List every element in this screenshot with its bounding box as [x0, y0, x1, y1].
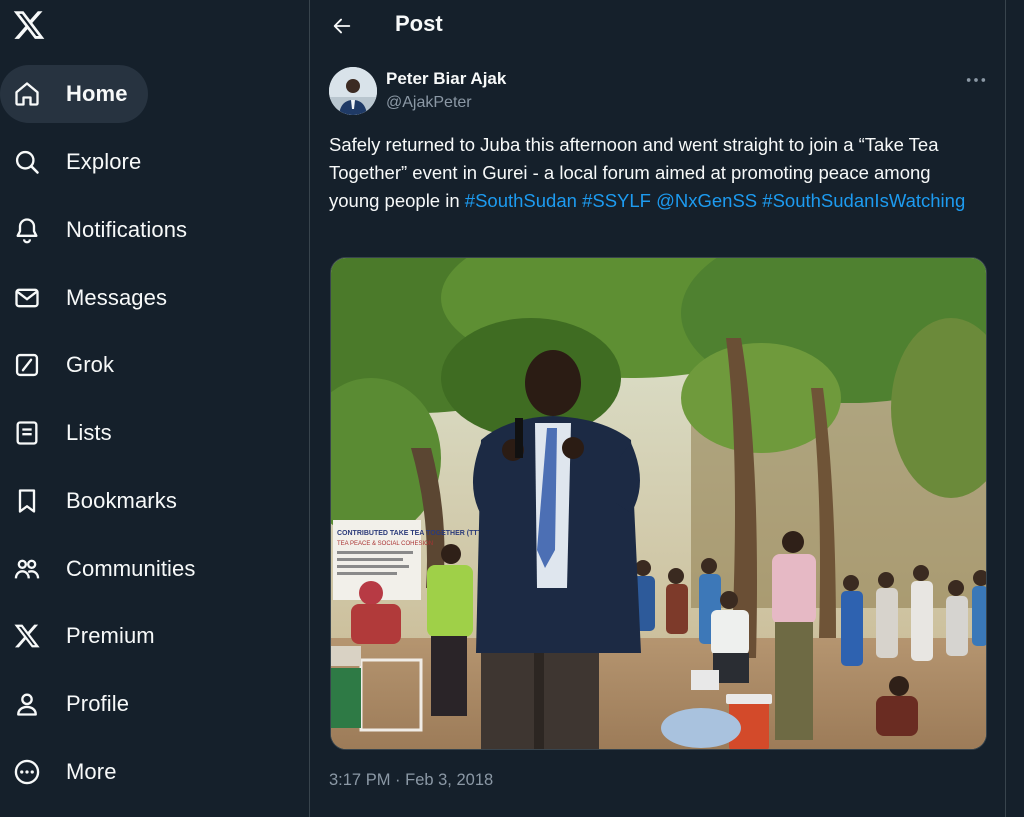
page-title: Post: [395, 11, 443, 36]
more-circle-icon: [12, 757, 42, 787]
sidebar-item-profile[interactable]: Profile: [0, 675, 149, 733]
sidebar: Home Explore Notifications Messages Grok…: [0, 0, 310, 817]
more-options-icon[interactable]: [962, 70, 990, 90]
photo-scene: CONTRIBUTED TAKE TEA TOGETHER (TTT) TEA …: [331, 258, 986, 749]
sidebar-item-label: Premium: [66, 623, 155, 648]
sidebar-item-label: Profile: [66, 691, 130, 716]
sidebar-item-label: Grok: [66, 352, 115, 377]
sidebar-item-label: Communities: [66, 556, 196, 581]
post-photo[interactable]: CONTRIBUTED TAKE TEA TOGETHER (TTT) TEA …: [330, 257, 987, 750]
sidebar-item-lists[interactable]: Lists: [0, 404, 132, 462]
sidebar-item-more[interactable]: More: [0, 743, 137, 801]
sidebar-item-notifications[interactable]: Notifications: [0, 201, 207, 259]
sidebar-item-bookmarks[interactable]: Bookmarks: [0, 472, 197, 530]
home-icon: [12, 79, 42, 109]
banner-line-1: CONTRIBUTED TAKE TEA TOGETHER (TTT): [337, 530, 484, 537]
sidebar-item-home[interactable]: Home: [0, 65, 148, 123]
bookmark-icon: [12, 486, 42, 516]
person-icon: [12, 689, 42, 719]
mention-link[interactable]: @NxGenSS: [656, 190, 757, 211]
hashtag-link[interactable]: #SouthSudanIsWatching: [762, 190, 965, 211]
banner-line-2: TEA PEACE & SOCIAL COHESION: [337, 541, 433, 547]
people-icon: [12, 554, 42, 584]
sidebar-item-label: More: [66, 759, 117, 784]
sidebar-item-label: Explore: [66, 149, 142, 174]
hashtag-link[interactable]: #SSYLF: [582, 190, 651, 211]
post-detail-column: Post Peter Biar Ajak @AjakPeter Safely r…: [310, 0, 1006, 817]
sidebar-item-premium[interactable]: Premium: [0, 607, 175, 665]
author-name[interactable]: Peter Biar Ajak: [386, 69, 506, 89]
sidebar-item-label: Messages: [66, 285, 168, 310]
author-handle[interactable]: @AjakPeter: [386, 94, 472, 112]
sidebar-item-label: Bookmarks: [66, 488, 177, 513]
x-logo-icon[interactable]: [12, 8, 48, 44]
x-logo-icon: [12, 621, 42, 651]
sidebar-item-communities[interactable]: Communities: [0, 540, 215, 598]
back-arrow-icon[interactable]: [328, 12, 356, 40]
avatar[interactable]: [329, 67, 377, 115]
search-icon: [12, 147, 42, 177]
sidebar-item-explore[interactable]: Explore: [0, 133, 161, 191]
sidebar-item-grok[interactable]: Grok: [0, 336, 134, 394]
post-timestamp[interactable]: 3:17 PM · Feb 3, 2018: [329, 771, 493, 790]
mail-icon: [12, 283, 42, 313]
grok-icon: [12, 350, 42, 380]
sidebar-item-label: Notifications: [66, 217, 188, 242]
post-header: Post: [310, 0, 1005, 52]
list-icon: [12, 418, 42, 448]
right-edge: [1006, 0, 1024, 817]
sidebar-item-label: Home: [66, 81, 128, 106]
post-text: Safely returned to Juba this afternoon a…: [329, 131, 979, 215]
bell-icon: [12, 215, 42, 245]
hashtag-link[interactable]: #SouthSudan: [465, 190, 577, 211]
sidebar-item-messages[interactable]: Messages: [0, 269, 187, 327]
sidebar-item-label: Lists: [66, 420, 112, 445]
